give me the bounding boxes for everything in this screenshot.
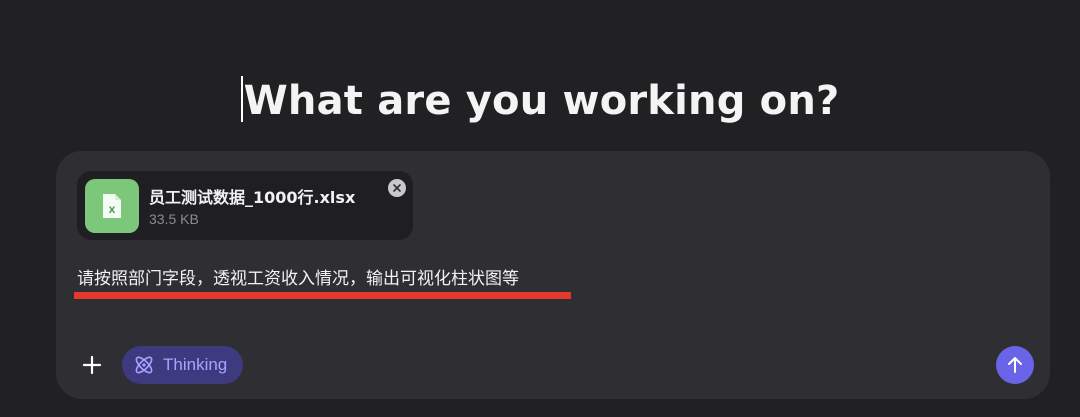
- attachment-size: 33.5 KB: [149, 211, 199, 227]
- arrow-up-icon: [1008, 357, 1022, 373]
- svg-text:X: X: [109, 206, 116, 216]
- thinking-label: Thinking: [163, 355, 228, 374]
- text-caret: [240, 76, 243, 122]
- remove-attachment-button[interactable]: [388, 179, 406, 197]
- chat-composer[interactable]: X 员工测试数据_1000行.xlsx 33.5 KB 请按照部门字段，透视工资…: [56, 151, 1050, 399]
- attachment-card[interactable]: X 员工测试数据_1000行.xlsx 33.5 KB: [77, 171, 413, 240]
- attachment-name: 员工测试数据_1000行.xlsx: [149, 188, 356, 207]
- page-title-text: What are you working on?: [243, 78, 840, 124]
- plus-icon: [82, 355, 102, 375]
- highlight-underline: [74, 292, 571, 299]
- send-button[interactable]: [996, 346, 1034, 384]
- prompt-input[interactable]: 请按照部门字段，透视工资收入情况，输出可视化柱状图等: [77, 264, 519, 289]
- close-icon: [393, 184, 401, 192]
- thinking-toggle[interactable]: Thinking: [122, 346, 243, 384]
- page-title: What are you working on?: [0, 76, 1080, 124]
- atom-icon: [135, 356, 153, 374]
- add-attachment-button[interactable]: [79, 352, 105, 378]
- spreadsheet-file-icon: X: [85, 179, 139, 233]
- page: What are you working on? X 员工测试数据_1000行.…: [0, 0, 1080, 417]
